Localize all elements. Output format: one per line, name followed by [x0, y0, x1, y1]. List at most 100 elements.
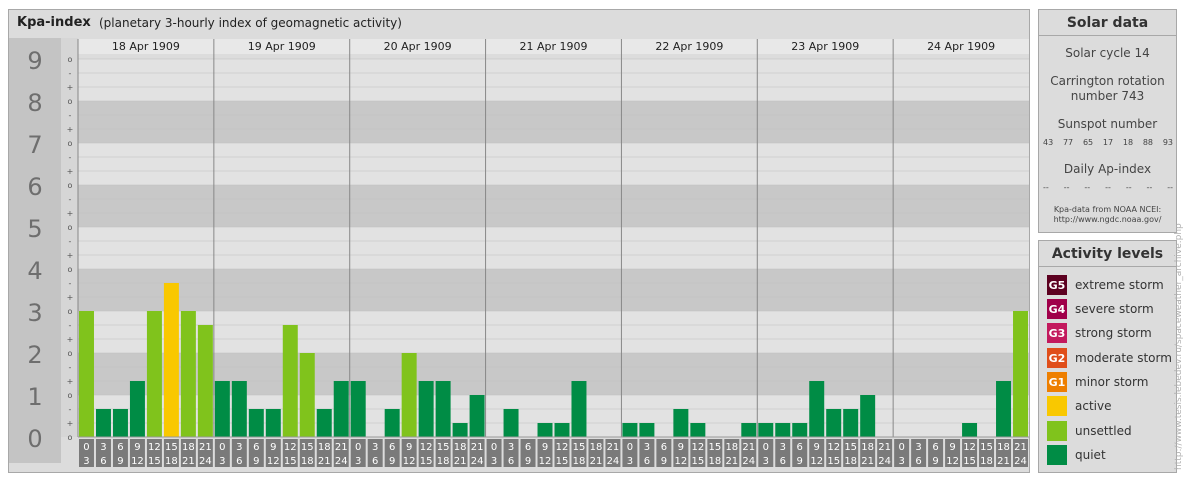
interval-end-label: 24: [878, 456, 891, 467]
interval-end-label: 12: [946, 456, 959, 467]
y-minor-label: o: [68, 97, 73, 106]
interval-end-label: 21: [590, 456, 603, 467]
solar-data-panel: Solar data Solar cycle 14 Carrington rot…: [1038, 9, 1177, 233]
interval-start-label: 3: [644, 442, 650, 453]
date-label: 20 Apr 1909: [384, 40, 452, 53]
kp-bar: [860, 395, 876, 437]
interval-end-label: 12: [267, 456, 280, 467]
band: [9, 143, 1029, 185]
interval-start-label: 3: [915, 442, 921, 453]
interval-start-label: 18: [725, 442, 738, 453]
interval-end-label: 12: [403, 456, 416, 467]
interval-end-label: 15: [827, 456, 840, 467]
interval-start-label: 12: [420, 442, 433, 453]
y-minor-label: +: [67, 335, 74, 344]
y-minor-label: -: [69, 69, 72, 78]
interval-start-label: 21: [471, 442, 484, 453]
y-minor-label: -: [69, 237, 72, 246]
y-minor-label: +: [67, 419, 74, 428]
kp-bar: [775, 423, 791, 437]
interval-end-label: 9: [117, 456, 123, 467]
interval-start-label: 6: [389, 442, 395, 453]
solar-data-title: Solar data: [1039, 10, 1176, 36]
interval-end-label: 21: [318, 456, 331, 467]
interval-end-label: 3: [83, 456, 89, 467]
sunspot-value: 88: [1142, 138, 1154, 147]
y-minor-label: o: [68, 139, 73, 148]
kp-bar: [248, 408, 264, 437]
y-minor-label: +: [67, 251, 74, 260]
kp-bar: [180, 311, 196, 437]
kp-bar: [112, 408, 128, 437]
interval-end-label: 9: [253, 456, 259, 467]
kp-bar: [537, 423, 553, 437]
interval-start-label: 12: [148, 442, 161, 453]
level-minor-storm: G1 minor storm: [1047, 371, 1148, 393]
interval-end-label: 15: [556, 456, 569, 467]
interval-start-label: 12: [556, 442, 569, 453]
interval-start-label: 3: [508, 442, 514, 453]
interval-start-label: 9: [949, 442, 955, 453]
interval-end-label: 15: [963, 456, 976, 467]
interval-end-label: 24: [199, 456, 212, 467]
interval-end-label: 3: [355, 456, 361, 467]
y-minor-label: +: [67, 293, 74, 302]
y-minor-label: -: [69, 153, 72, 162]
band: [9, 395, 1029, 437]
y-minor-label: o: [68, 307, 73, 316]
sunspot-values: 43 77 65 17 18 88 93: [1043, 138, 1173, 147]
band: [9, 185, 1029, 227]
g3-badge: G3: [1047, 323, 1067, 343]
level-label: unsettled: [1075, 424, 1132, 438]
interval-start-label: 3: [236, 442, 242, 453]
interval-start-label: 15: [980, 442, 993, 453]
interval-start-label: 0: [355, 442, 361, 453]
interval-end-label: 6: [236, 456, 242, 467]
interval-start-label: 12: [963, 442, 976, 453]
interval-start-label: 0: [219, 442, 225, 453]
interval-start-label: 12: [827, 442, 840, 453]
date-label: 21 Apr 1909: [519, 40, 587, 53]
level-unsettled: unsettled: [1047, 420, 1132, 442]
interval-end-label: 3: [763, 456, 769, 467]
date-label: 18 Apr 1909: [112, 40, 180, 53]
interval-start-label: 18: [318, 442, 331, 453]
interval-start-label: 18: [861, 442, 874, 453]
level-strong-storm: G3 strong storm: [1047, 322, 1152, 344]
interval-end-label: 9: [932, 456, 938, 467]
interval-end-label: 24: [1014, 456, 1027, 467]
kp-bar: [316, 408, 332, 437]
date-label: 22 Apr 1909: [655, 40, 723, 53]
interval-start-label: 12: [691, 442, 704, 453]
source-link[interactable]: http://www.ngdc.noaa.gov/: [1039, 215, 1176, 224]
g1-badge: G1: [1047, 372, 1067, 392]
interval-end-label: 15: [284, 456, 297, 467]
y-minor-label: o: [68, 349, 73, 358]
interval-start-label: 18: [997, 442, 1010, 453]
carrington-line1: Carrington rotation: [1050, 74, 1165, 88]
ap-value: --: [1063, 183, 1070, 192]
interval-end-label: 15: [691, 456, 704, 467]
g4-badge: G4: [1047, 299, 1067, 319]
interval-start-label: 15: [844, 442, 857, 453]
interval-start-label: 6: [661, 442, 667, 453]
interval-start-label: 6: [253, 442, 259, 453]
date-label: 23 Apr 1909: [791, 40, 859, 53]
interval-start-label: 6: [797, 442, 803, 453]
interval-end-label: 21: [725, 456, 738, 467]
ap-value: --: [1043, 183, 1049, 192]
interval-start-label: 18: [454, 442, 467, 453]
interval-end-label: 3: [898, 456, 904, 467]
interval-end-label: 9: [661, 456, 667, 467]
interval-start-label: 3: [780, 442, 786, 453]
interval-start-label: 15: [165, 442, 178, 453]
interval-end-label: 3: [491, 456, 497, 467]
kp-bar: [418, 381, 434, 437]
y-minor-label: +: [67, 377, 74, 386]
interval-start-label: 9: [406, 442, 412, 453]
interval-end-label: 12: [539, 456, 552, 467]
band: [9, 101, 1029, 143]
interval-end-label: 24: [471, 456, 484, 467]
y-minor-label: +: [67, 83, 74, 92]
date-label: 19 Apr 1909: [248, 40, 316, 53]
